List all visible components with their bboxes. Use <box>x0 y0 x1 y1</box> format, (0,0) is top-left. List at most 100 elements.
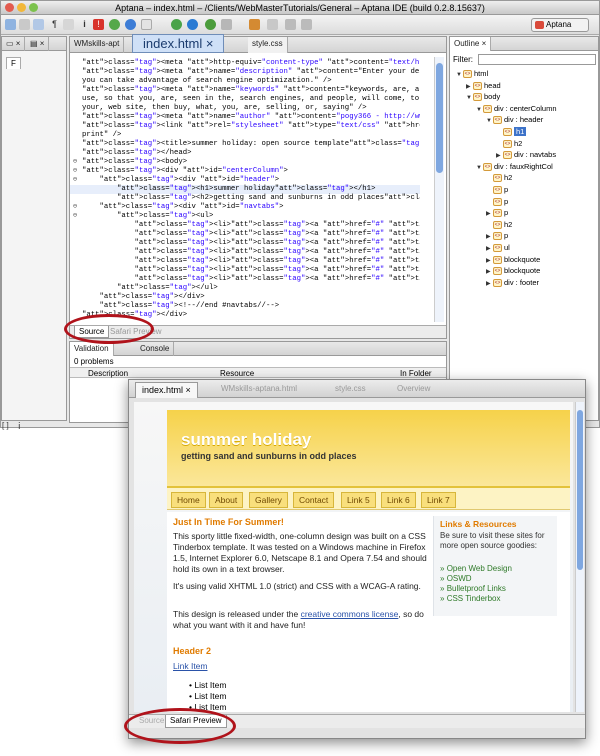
preview-scroll-thumb[interactable] <box>577 410 583 570</box>
outline-node[interactable]: <> h2 <box>496 139 522 149</box>
outline-node[interactable]: ▶ <> ul <box>486 243 510 254</box>
outline-node[interactable]: ▼ <> div : header <box>486 115 543 126</box>
outline-tab[interactable]: Outline × <box>450 37 492 51</box>
tree-toggle-icon[interactable]: ▼ <box>466 93 473 103</box>
zoom-window-button[interactable] <box>29 3 38 12</box>
sidebar-link[interactable]: » Open Web Design <box>440 564 512 574</box>
perspective-switcher[interactable]: Aptana <box>531 18 589 32</box>
run-icon[interactable] <box>109 19 120 30</box>
nav-gallery[interactable]: Gallery <box>249 492 288 508</box>
col-in-folder[interactable]: In Folder <box>400 369 432 378</box>
fold-marker-icon[interactable]: ⊖ <box>70 176 80 185</box>
code-line[interactable]: "att">class="tag"><meta "att">name="auth… <box>70 113 420 122</box>
preview-tab-overview[interactable]: Overview <box>397 384 430 393</box>
back-icon[interactable] <box>285 19 296 30</box>
format-icon[interactable] <box>63 19 74 30</box>
nav-home[interactable]: Home <box>171 492 206 508</box>
outline-node[interactable]: ▶ <> head <box>466 81 501 92</box>
outline-node[interactable]: ▼ <> html <box>456 69 488 80</box>
fold-marker-icon[interactable]: ⊖ <box>70 212 80 221</box>
minimize-window-button[interactable] <box>17 3 26 12</box>
nav-link6[interactable]: Link 6 <box>381 492 416 508</box>
tools-icon[interactable] <box>249 19 260 30</box>
open-file-icon[interactable] <box>19 19 30 30</box>
save-icon[interactable] <box>33 19 44 30</box>
outline-node[interactable]: <> p <box>486 185 508 195</box>
code-line[interactable]: "att">class="tag"><!--//end #navtabs//--… <box>70 302 420 311</box>
code-line[interactable]: "att">class="tag"><title>summer holiday:… <box>70 140 420 149</box>
nav-about[interactable]: About <box>209 492 244 508</box>
tree-toggle-icon[interactable]: ▼ <box>476 105 483 115</box>
preview-scrollbar[interactable] <box>575 402 584 712</box>
preview-tab-style[interactable]: style.css <box>335 384 366 393</box>
preview-tab-wmskills[interactable]: WMskills-aptana.html <box>221 384 297 393</box>
code-line[interactable]: "att">class="tag"><meta "att">name="desc… <box>70 68 420 77</box>
warning-icon[interactable]: ! <box>93 19 104 30</box>
code-line[interactable]: ⊖ "att">class="tag"><div "att">id="center… <box>70 167 420 176</box>
tree-toggle-icon[interactable]: ▶ <box>486 267 493 277</box>
code-line[interactable]: "att">class="tag"><link "att">rel="style… <box>70 122 420 131</box>
sidebar-link[interactable]: » CSS Tinderbox <box>440 594 512 604</box>
creative-commons-link[interactable]: creative commons license <box>301 609 399 619</box>
code-line[interactable]: "att">class="tag"><meta "att">http-equiv… <box>70 59 420 68</box>
pilcrow-icon[interactable]: ¶ <box>49 19 60 30</box>
new-file-icon[interactable] <box>5 19 16 30</box>
code-line[interactable]: print" /> <box>70 131 420 140</box>
tree-toggle-icon[interactable]: ▶ <box>486 232 493 242</box>
globe-icon[interactable] <box>187 19 198 30</box>
code-line[interactable]: ⊖ "att">class="tag"><ul> <box>70 212 420 221</box>
code-line[interactable]: "att">class="tag"><li>"att">class="tag">… <box>70 248 420 257</box>
outline-node[interactable]: <> h1 <box>496 127 527 137</box>
tree-toggle-icon[interactable]: ▶ <box>486 244 493 254</box>
code-line[interactable]: "att">class="tag"></head> <box>70 149 420 158</box>
code-line[interactable]: "att">class="tag"><li>"att">class="tag">… <box>70 266 420 275</box>
tree-toggle-icon[interactable]: ▶ <box>486 256 493 266</box>
outline-node[interactable]: ▶ <> div : footer <box>486 278 539 289</box>
tree-toggle-icon[interactable]: ▶ <box>486 279 493 289</box>
code-line[interactable]: your, web site, then buy, what, you, are… <box>70 104 420 113</box>
code-line[interactable]: "att">class="tag"><li>"att">class="tag">… <box>70 239 420 248</box>
col-resource[interactable]: Resource <box>220 369 254 378</box>
outline-node[interactable]: ▶ <> blockquote <box>486 255 540 266</box>
nav-contact[interactable]: Contact <box>293 492 335 508</box>
editor-scrollbar[interactable] <box>434 57 444 322</box>
fold-marker-icon[interactable]: ⊖ <box>70 158 80 167</box>
outline-node[interactable]: ▼ <> body <box>466 92 500 103</box>
code-line[interactable]: "att">class="tag"></ul> <box>70 284 420 293</box>
console-tab[interactable]: Console <box>136 342 175 356</box>
editor-scroll-thumb[interactable] <box>436 63 443 173</box>
link-item[interactable]: Link Item <box>173 661 208 671</box>
browser-icon[interactable] <box>125 19 136 30</box>
col-description[interactable]: Description <box>88 369 128 378</box>
outline-node[interactable]: <> h2 <box>486 220 512 230</box>
code-line[interactable]: "att">class="tag"><li>"att">class="tag">… <box>70 275 420 284</box>
tree-toggle-icon[interactable]: ▼ <box>456 70 463 80</box>
search-icon[interactable] <box>267 19 278 30</box>
code-line[interactable]: "att">class="tag"><h1>summer holiday"att… <box>70 185 420 194</box>
code-line[interactable]: ⊖ "att">class="tag"><body> <box>70 158 420 167</box>
outline-node[interactable]: ▶ <> blockquote <box>486 266 540 277</box>
validation-tab[interactable]: Validation <box>70 342 114 356</box>
outline-node[interactable]: ▶ <> div : navtabs <box>496 150 556 161</box>
code-line[interactable]: "att">class="tag"><li>"att">class="tag">… <box>70 230 420 239</box>
code-line[interactable]: use, so that you, are, seen in the, sear… <box>70 95 420 104</box>
sidebar-link[interactable]: » Bulletproof Links <box>440 584 512 594</box>
outline-node[interactable]: <> p <box>486 197 508 207</box>
sidebar-link[interactable]: » OSWD <box>440 574 512 584</box>
tab-references[interactable]: ▤ × <box>26 37 50 51</box>
editor-tab-index[interactable]: index.html × <box>132 34 225 53</box>
tree-toggle-icon[interactable]: ▼ <box>486 116 493 126</box>
code-line[interactable]: ⊖ "att">class="tag"><div "att">id="heade… <box>70 176 420 185</box>
play-icon[interactable] <box>205 19 216 30</box>
editor-tab-wmskills[interactable]: WMskills-apt <box>70 37 125 53</box>
info-icon[interactable]: i <box>79 19 90 30</box>
tree-toggle-icon[interactable]: ▶ <box>496 151 503 161</box>
preview-tab-index[interactable]: index.html × <box>135 382 198 398</box>
outline-node[interactable]: <> h2 <box>486 173 512 183</box>
settings-icon[interactable] <box>141 19 152 30</box>
code-line[interactable]: "att">class="tag"><li>"att">class="tag">… <box>70 221 420 230</box>
tree-toggle-icon[interactable]: ▶ <box>486 209 493 219</box>
code-line[interactable]: "att">class="tag"><li>"att">class="tag">… <box>70 257 420 266</box>
outline-node[interactable]: ▼ <> div : centerColumn <box>476 104 557 115</box>
close-window-button[interactable] <box>5 3 14 12</box>
